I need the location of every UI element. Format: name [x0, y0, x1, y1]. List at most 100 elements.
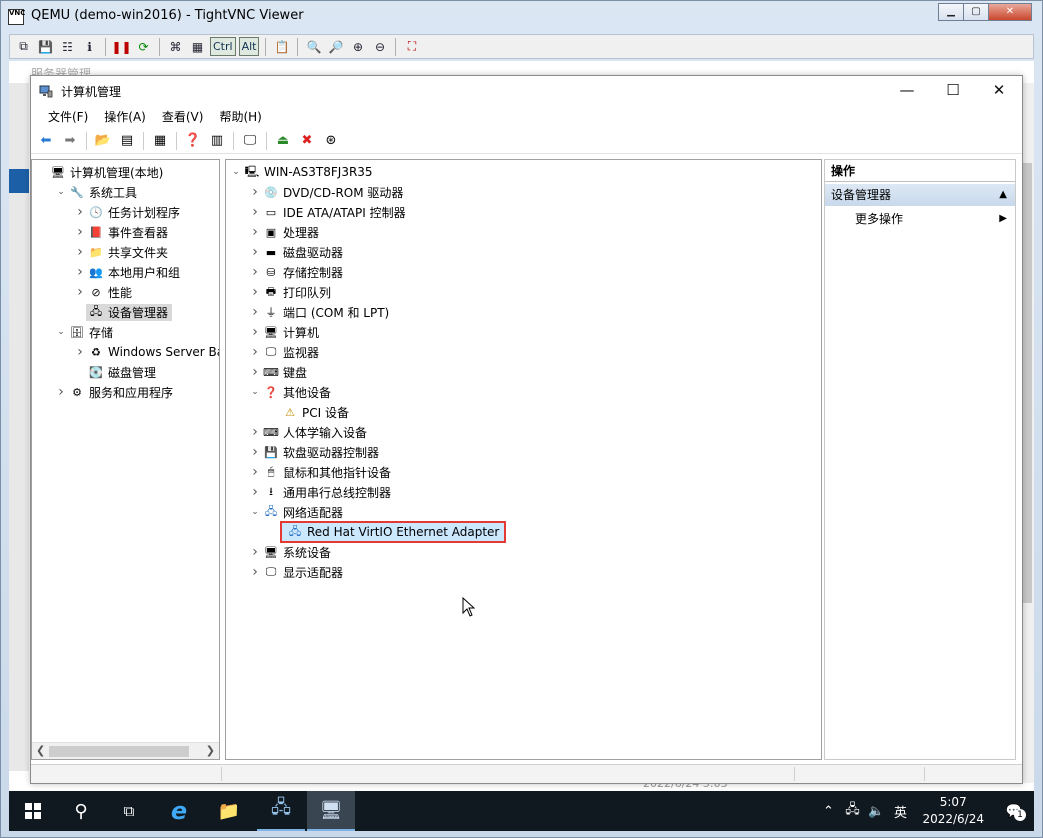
tree-item[interactable]: › 🖵 监视器: [249, 342, 319, 362]
back-icon[interactable]: ⬅: [35, 131, 57, 151]
zoom-out-icon[interactable]: 🔎: [326, 37, 345, 56]
vnc-titlebar[interactable]: VNC QEMU (demo-win2016) - TightVNC Viewe…: [1, 1, 1042, 32]
taskbar-explorer[interactable]: 📁: [205, 791, 253, 831]
update-driver-icon[interactable]: ⏏: [272, 131, 294, 151]
ime-indicator[interactable]: 英: [888, 802, 912, 821]
collapsed-chevron-icon[interactable]: ›: [249, 444, 261, 460]
show-hidden-icons-icon[interactable]: ⌃: [816, 804, 840, 819]
more-actions-item[interactable]: 更多操作 ▶: [855, 208, 1015, 230]
expanded-chevron-icon[interactable]: ⌄: [55, 187, 67, 197]
menu-action[interactable]: 操作(A): [96, 106, 154, 128]
collapsed-chevron-icon[interactable]: ›: [74, 224, 86, 240]
tree-item[interactable]: › ⌨ 人体学输入设备: [249, 422, 367, 442]
expanded-chevron-icon[interactable]: ⌄: [249, 387, 261, 397]
collapsed-chevron-icon[interactable]: ›: [74, 344, 86, 360]
collapsed-chevron-icon[interactable]: ›: [249, 284, 261, 300]
actions-group-device-manager[interactable]: 设备管理器 ▲: [825, 184, 1015, 206]
tree-item[interactable]: › 📁 共享文件夹: [74, 242, 168, 262]
info-icon[interactable]: ℹ: [80, 37, 99, 56]
taskbar-ie[interactable]: e: [155, 791, 203, 831]
collapsed-chevron-icon[interactable]: ›: [74, 204, 86, 220]
tree-item[interactable]: 🖥 计算机管理(本地): [36, 162, 163, 182]
volume-icon[interactable]: 🔈: [864, 804, 888, 819]
collapsed-chevron-icon[interactable]: ›: [249, 464, 261, 480]
menu-file[interactable]: 文件(F): [40, 106, 96, 128]
ctrl-alt-del-icon[interactable]: ⌘: [166, 37, 185, 56]
horizontal-scrollbar[interactable]: ❮ ❯: [32, 742, 219, 759]
collapsed-chevron-icon[interactable]: ›: [249, 224, 261, 240]
tree-item[interactable]: › ♻ Windows Server Back: [74, 342, 219, 362]
tree-item[interactable]: › 👥 本地用户和组: [74, 262, 180, 282]
minimize-button[interactable]: ▁: [938, 3, 964, 21]
collapsed-chevron-icon[interactable]: ›: [249, 184, 261, 200]
up-folder-icon[interactable]: 📂: [92, 131, 114, 151]
collapsed-chevron-icon[interactable]: ›: [249, 264, 261, 280]
tree-item[interactable]: › 💾 软盘驱动器控制器: [249, 442, 379, 462]
fullscreen-icon[interactable]: ⛶: [402, 37, 421, 56]
cm-close-button[interactable]: ✕: [976, 76, 1022, 106]
collapsed-chevron-icon[interactable]: ›: [249, 424, 261, 440]
taskbar-computer-management[interactable]: 🖥: [307, 791, 355, 831]
new-connection-icon[interactable]: ⧉: [14, 37, 33, 56]
expanded-chevron-icon[interactable]: ⌄: [55, 327, 67, 337]
alt-key-button[interactable]: Alt: [238, 37, 260, 56]
help-icon[interactable]: ❓: [182, 131, 204, 151]
cm-maximize-button[interactable]: ☐: [930, 76, 976, 106]
taskbar-server-manager[interactable]: 🖧: [257, 791, 305, 831]
collapsed-chevron-icon[interactable]: ›: [249, 204, 261, 220]
collapsed-chevron-icon[interactable]: ›: [249, 484, 261, 500]
tree-item[interactable]: › ⊘ 性能: [74, 282, 132, 302]
tree-item[interactable]: › ⛁ 存储控制器: [249, 262, 343, 282]
win-key-icon[interactable]: ▦: [188, 37, 207, 56]
search-button[interactable]: ⚲: [57, 791, 105, 831]
tree-item[interactable]: › 🖶 打印队列: [249, 282, 331, 302]
zoom-fit-icon[interactable]: ⊖: [370, 37, 389, 56]
collapsed-chevron-icon[interactable]: ›: [74, 264, 86, 280]
save-icon[interactable]: 💾: [36, 37, 55, 56]
tree-item[interactable]: › ⌨ 键盘: [249, 362, 307, 382]
tree-item[interactable]: ⚠ PCI 设备: [268, 402, 349, 422]
scan-hardware-icon[interactable]: 🖵: [239, 131, 261, 151]
zoom-in-icon[interactable]: 🔍: [304, 37, 323, 56]
close-button[interactable]: ✕: [988, 3, 1032, 21]
tree-item[interactable]: › 🖥 计算机: [249, 322, 319, 342]
tree-item[interactable]: › ▣ 处理器: [249, 222, 319, 242]
collapsed-chevron-icon[interactable]: ›: [249, 544, 261, 560]
menu-help[interactable]: 帮助(H): [211, 106, 269, 128]
forward-icon[interactable]: ➡: [59, 131, 81, 151]
task-view-button[interactable]: ⧉: [105, 791, 153, 831]
refresh-icon[interactable]: ⟳: [134, 37, 153, 56]
collapsed-chevron-icon[interactable]: ›: [249, 564, 261, 580]
zoom-100-icon[interactable]: ⊕: [348, 37, 367, 56]
tree-item[interactable]: ⌄ 🗄 存储: [55, 322, 113, 342]
collapsed-chevron-icon[interactable]: ›: [249, 244, 261, 260]
show-hide-tree-icon[interactable]: ▤: [116, 131, 138, 151]
tree-item[interactable]: › ▬ 磁盘驱动器: [249, 242, 343, 262]
collapsed-chevron-icon[interactable]: ›: [74, 284, 86, 300]
tree-item[interactable]: › 🖱 鼠标和其他指针设备: [249, 462, 391, 482]
clock[interactable]: 5:07 2022/6/24: [922, 794, 984, 828]
action-center-button[interactable]: 💬 1: [994, 804, 1034, 821]
tree-item[interactable]: › ⚙ 服务和应用程序: [55, 382, 173, 402]
pause-icon[interactable]: ❚❚: [111, 37, 131, 56]
menu-view[interactable]: 查看(V): [154, 106, 212, 128]
tree-item-selected[interactable]: 🖧 设备管理器: [74, 302, 173, 322]
tree-item[interactable]: ⌄ 🖳 WIN-AS3T8FJ3R35: [230, 162, 372, 182]
maximize-button[interactable]: ▢: [963, 3, 989, 21]
tree-item[interactable]: › 📕 事件查看器: [74, 222, 168, 242]
properties-icon[interactable]: ▦: [149, 131, 171, 151]
start-button[interactable]: [9, 791, 57, 831]
tree-item[interactable]: › 🖥 系统设备: [249, 542, 331, 562]
collapsed-chevron-icon[interactable]: ›: [249, 364, 261, 380]
expanded-chevron-icon[interactable]: ⌄: [249, 507, 261, 517]
tree-item[interactable]: ⌄ 🔧 系统工具: [55, 182, 137, 202]
uninstall-icon[interactable]: ✖: [296, 131, 318, 151]
collapsed-chevron-icon[interactable]: ›: [55, 384, 67, 400]
collapsed-chevron-icon[interactable]: ›: [249, 304, 261, 320]
tree-item[interactable]: › 🖵 显示适配器: [249, 562, 343, 582]
tree-item[interactable]: › 💿 DVD/CD-ROM 驱动器: [249, 182, 403, 202]
clipboard-icon[interactable]: 📋: [272, 37, 291, 56]
options-icon[interactable]: ☷: [58, 37, 77, 56]
ctrl-key-button[interactable]: Ctrl: [210, 37, 236, 56]
tree-item[interactable]: › ▭ IDE ATA/ATAPI 控制器: [249, 202, 405, 222]
